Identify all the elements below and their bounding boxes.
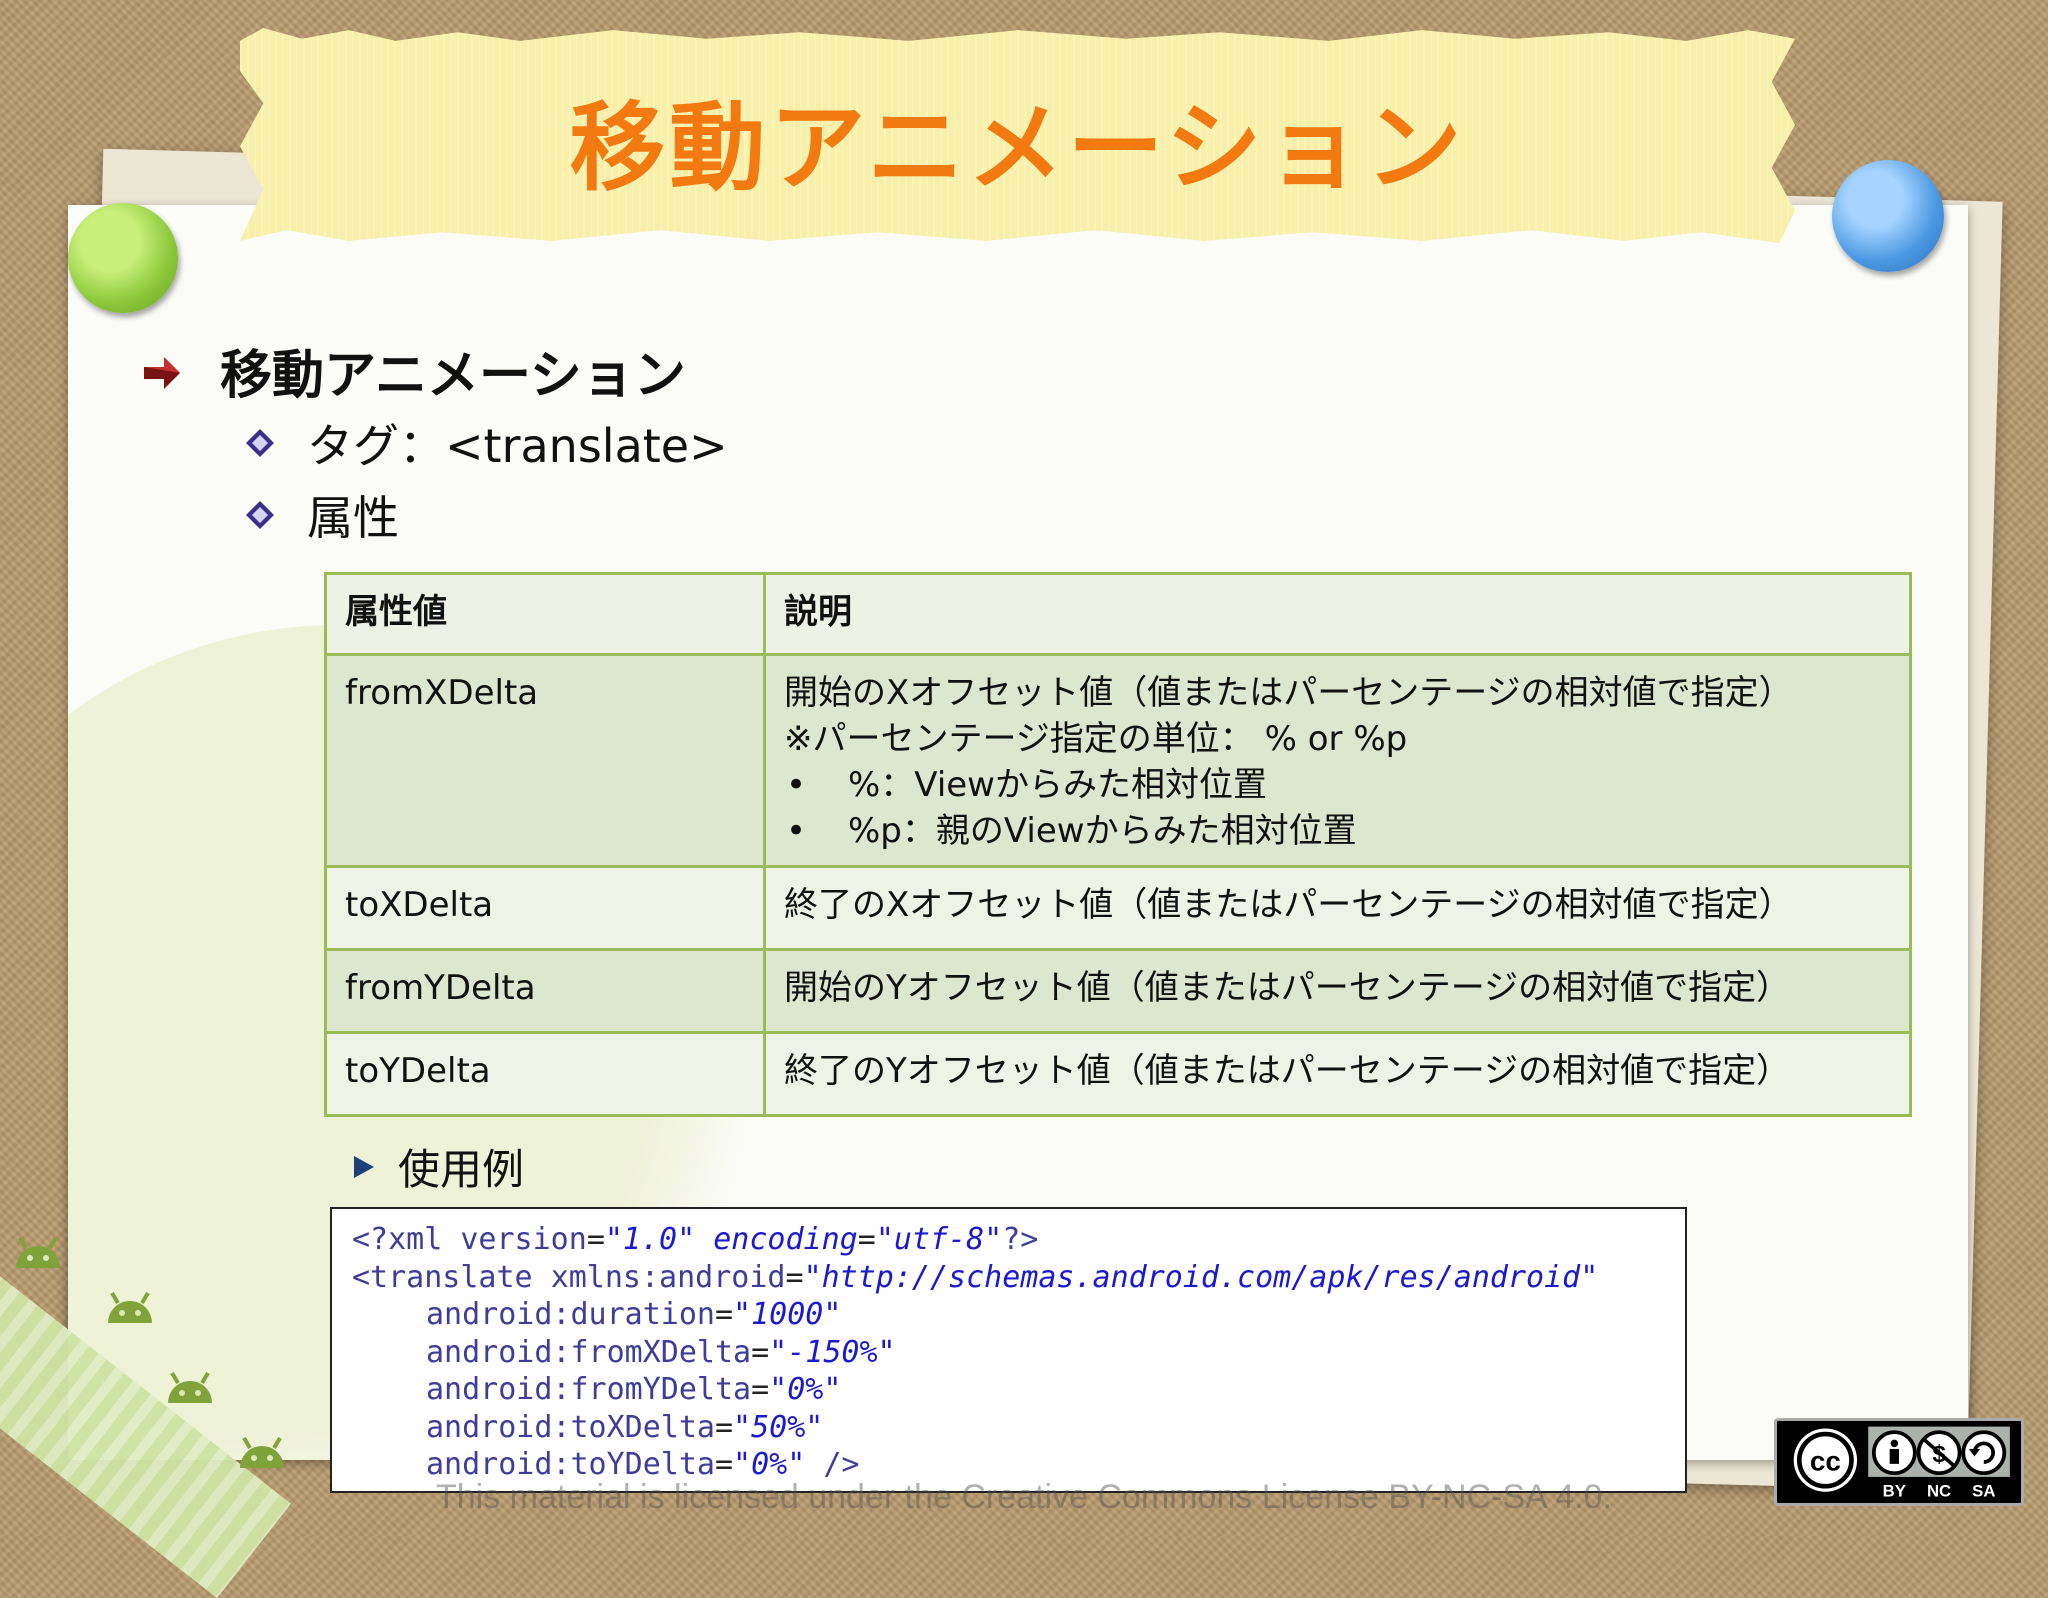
attr-desc-cell: 終了のYオフセット値（値またはパーセンテージの相対値で指定） <box>763 1031 1912 1117</box>
slide-title: 移動アニメーション <box>569 92 1466 204</box>
table-header-cell: 説明 <box>763 572 1912 656</box>
code-token: android:toXDelta <box>426 1409 715 1445</box>
cc-license-badge[interactable]: cc $ BY NC SA <box>1774 1418 2024 1506</box>
code-token: "1000" <box>733 1297 842 1332</box>
nc-label: NC <box>1927 1481 1951 1500</box>
code-token: = <box>751 1334 770 1370</box>
attr-desc-note: ※パーセンテージ指定の単位： % or %p <box>784 719 1408 759</box>
table-row: fromXDelta 開始のXオフセット値（値またはパーセンテージの相対値で指定… <box>324 653 1912 868</box>
table-row: toYDelta 終了のYオフセット値（値またはパーセンテージの相対値で指定） <box>324 1031 1912 1117</box>
code-token: android:duration <box>426 1297 715 1332</box>
attr-name-cell: toXDelta <box>324 865 766 951</box>
code-sample: <?xml version="1.0" encoding="utf-8"?> <t… <box>330 1207 1687 1493</box>
code-token: "0%" <box>733 1447 806 1482</box>
green-pin <box>68 203 178 313</box>
cc-badge-graphic: cc $ BY NC SA <box>1782 1421 2016 1503</box>
code-token: = <box>857 1222 876 1257</box>
code-token: android:toYDelta <box>426 1447 715 1482</box>
code-line: android:toXDelta="50%" <box>352 1409 1685 1447</box>
attribute-table: 属性値 説明 fromXDelta 開始のXオフセット値（値またはパーセンテージ… <box>324 572 1912 1117</box>
code-token: <?xml <box>352 1222 461 1257</box>
attr-desc-text: 開始のXオフセット値（値またはパーセンテージの相対値で指定） <box>784 673 1793 713</box>
code-token: android:fromYDelta <box>426 1372 752 1407</box>
table-row: fromYDelta 開始のYオフセット値（値またはパーセンテージの相対値で指定… <box>324 948 1912 1034</box>
code-line: android:fromXDelta="-150%" <box>352 1334 1685 1372</box>
diamond-bullet-icon <box>246 501 274 529</box>
example-bullet-text: 使用例 <box>398 1145 525 1194</box>
tag-bullet: タグ：<translate> <box>245 410 728 476</box>
main-bullet-text: 移動アニメーション <box>220 346 686 406</box>
code-line: android:duration="1000" <box>352 1296 1685 1334</box>
android-icon <box>168 1371 212 1403</box>
code-token: = <box>714 1297 734 1332</box>
code-token: android:fromXDelta <box>426 1334 752 1370</box>
code-token: = <box>751 1372 770 1407</box>
attr-desc-cell: 終了のXオフセット値（値またはパーセンテージの相対値で指定） <box>763 865 1912 951</box>
attr-bullet-text: 属性 <box>307 491 399 545</box>
table-header-row: 属性値 説明 <box>324 572 1912 656</box>
code-token: "utf-8" <box>875 1222 1003 1257</box>
by-label: BY <box>1883 1481 1906 1500</box>
code-token: /> <box>805 1447 860 1482</box>
android-icon <box>108 1291 152 1323</box>
table-row: toXDelta 終了のXオフセット値（値またはパーセンテージの相対値で指定） <box>324 865 1912 951</box>
triangle-bullet-icon <box>354 1155 374 1178</box>
code-token: version <box>460 1222 587 1257</box>
code-token: = <box>714 1409 734 1445</box>
code-token: = <box>785 1259 804 1295</box>
attr-name-cell: toYDelta <box>324 1031 766 1117</box>
sa-icon <box>1961 1430 2007 1476</box>
table-header-cell: 属性値 <box>324 572 766 656</box>
list-item: • %：Viewからみた相対位置 <box>784 762 1891 808</box>
android-icon <box>16 1236 60 1268</box>
diamond-bullet-icon <box>246 429 274 457</box>
blue-pin <box>1832 160 1944 272</box>
code-token: "http://schemas.android.com/apk/res/andr… <box>803 1259 1599 1295</box>
code-token: "50%" <box>733 1409 824 1445</box>
bullet-dot: • <box>786 811 807 851</box>
code-token: = <box>586 1222 605 1257</box>
sa-label: SA <box>1972 1481 1995 1500</box>
license-text: This material is licensed under the Crea… <box>435 1478 1613 1516</box>
code-token: "-150%" <box>769 1334 896 1370</box>
android-icon <box>240 1436 284 1468</box>
example-bullet: 使用例 <box>352 1136 524 1197</box>
arrow-bullet-icon <box>144 356 180 389</box>
tag-bullet-text: タグ：<translate> <box>307 419 728 473</box>
attr-name-cell: fromYDelta <box>324 948 766 1034</box>
main-bullet: 移動アニメーション <box>140 333 686 408</box>
code-token: = <box>714 1447 734 1482</box>
attr-desc-cell: 開始のYオフセット値（値またはパーセンテージの相対値で指定） <box>763 948 1912 1034</box>
list-item: • %p：親のViewからみた相対位置 <box>784 808 1891 854</box>
code-token: "1.0" <box>604 1222 696 1257</box>
code-token: xmlns:android <box>550 1259 786 1295</box>
code-token: ?> <box>1002 1222 1039 1257</box>
list-item-text: %：Viewからみた相対位置 <box>848 765 1267 805</box>
code-token: "0%" <box>769 1372 842 1407</box>
cc-mark: cc <box>1810 1445 1841 1476</box>
bullet-dot: • <box>786 765 807 805</box>
list-item-text: %p：親のViewからみた相対位置 <box>848 811 1357 851</box>
code-token: encoding <box>695 1222 858 1257</box>
attr-name-cell: fromXDelta <box>324 653 766 868</box>
attr-desc-cell: 開始のXオフセット値（値またはパーセンテージの相対値で指定） ※パーセンテージ指… <box>763 653 1912 868</box>
code-token: <translate <box>352 1259 551 1295</box>
code-line: android:fromYDelta="0%" <box>352 1371 1685 1409</box>
code-line: <translate xmlns:android="http://schemas… <box>352 1259 1685 1297</box>
attr-bullet: 属性 <box>245 482 399 548</box>
code-line: <?xml version="1.0" encoding="utf-8"?> <box>352 1221 1685 1259</box>
